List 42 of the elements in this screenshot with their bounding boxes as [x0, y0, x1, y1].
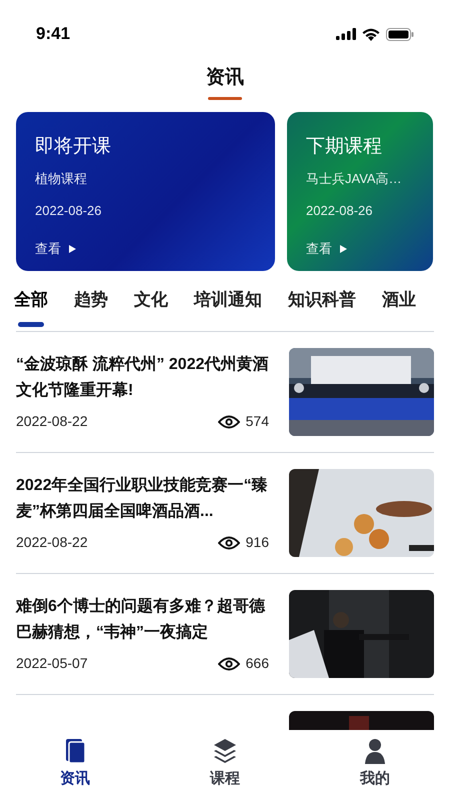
view-link[interactable]: 查看 [35, 239, 61, 258]
article-title[interactable]: “金波琼酥 流粹代州” 2022代州黄酒文化节隆重开幕! [16, 352, 269, 404]
play-icon [340, 244, 347, 253]
article-title[interactable]: 2022年全国行业职业技能竞赛一“臻麦”杯第四届全国啤酒品酒... [16, 473, 269, 525]
status-time: 9:41 [36, 23, 70, 46]
nav-tab[interactable]: 课程 [185, 738, 265, 790]
article-title[interactable]: 难倒6个博士的问题有多难？超哥德巴赫猜想，“韦神”一夜搞定 [16, 594, 269, 646]
eye-icon [218, 414, 240, 428]
view-count: 916 [246, 533, 269, 552]
nav-tab[interactable]: 资讯 [35, 738, 115, 790]
signal-icon [336, 28, 356, 40]
battery-icon [386, 28, 414, 40]
card-title: 下期课程 [306, 134, 383, 158]
category-tab[interactable]: 酒业 [382, 286, 416, 312]
course-card[interactable]: 即将开课 植物课程 2022-08-26 查看 [16, 112, 275, 270]
view-count: 574 [246, 412, 269, 431]
card-date: 2022-08-26 [35, 202, 102, 220]
category-tab[interactable]: 培训通知 [194, 286, 262, 312]
user-icon [364, 738, 386, 764]
page-title: 资讯 [206, 66, 244, 90]
eye-icon [218, 656, 240, 670]
category-tab[interactable]: 知识科普 [288, 286, 356, 312]
layers-icon [213, 738, 237, 764]
article-date: 2022-08-22 [16, 412, 88, 431]
play-icon [69, 244, 76, 253]
selected-tab-underline [18, 322, 44, 327]
card-subtitle: 植物课程 [35, 170, 88, 188]
eye-icon [218, 536, 240, 550]
course-card[interactable]: 下期课程 马士兵JAVA高… 2022-08-26 查看 [287, 112, 433, 270]
category-tab[interactable]: 文化 [134, 286, 168, 312]
card-subtitle: 马士兵JAVA高… [306, 170, 403, 188]
card-date: 2022-08-26 [306, 202, 374, 220]
category-tab[interactable]: 趋势 [74, 286, 108, 312]
view-count: 666 [246, 654, 269, 673]
wifi-icon [362, 28, 380, 40]
card-title: 即将开课 [35, 134, 112, 158]
article-date: 2022-08-22 [16, 533, 88, 552]
nav-tab[interactable]: 我的 [335, 738, 415, 790]
article-date: 2022-05-07 [16, 654, 88, 673]
category-tab[interactable]: 全部 [14, 286, 48, 312]
book-icon [64, 738, 86, 764]
view-link[interactable]: 查看 [306, 239, 332, 258]
